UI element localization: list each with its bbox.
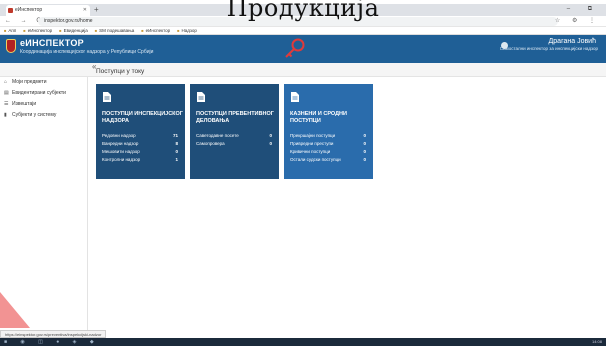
taskbar-clock[interactable]: 14:08 [592, 339, 602, 345]
page-title: Поступци у току [96, 68, 145, 75]
bookmark-item[interactable]: eИнспектор [23, 28, 52, 33]
coat-of-arms-icon [6, 39, 16, 53]
card-title: КАЗНЕНИ И СРОДНИ ПОСТУПЦИ [290, 111, 347, 124]
sidebar-item-label: Извештаји [12, 101, 37, 107]
sidebar-item-registered-subjects[interactable]: ▤ Евидентирани субјекти [0, 88, 87, 99]
row-label: Самопровера [196, 141, 225, 146]
row-label: Саветодавне посете [196, 133, 239, 138]
row-label: Кривични поступци [290, 149, 331, 154]
card-row[interactable]: Саветодавне посете 0 [196, 132, 272, 140]
card-row[interactable]: Мешовити надзор 0 [102, 148, 178, 156]
card-title: ПОСТУПЦИ ИНСПЕКЦИЈСКОГ НАДЗОРА [102, 111, 183, 124]
key-logo-icon [285, 38, 305, 58]
row-count: 71 [172, 133, 178, 138]
row-label: Контролни надзор [102, 157, 141, 162]
card-row[interactable]: Остали судски поступци 0 [290, 156, 366, 164]
user-info[interactable]: Драгана Јовић Самостални инспектор за ин… [500, 38, 598, 52]
sidebar-item-label: Моји предмети [12, 79, 47, 85]
card-penal-procedures[interactable]: КАЗНЕНИ И СРОДНИ ПОСТУПЦИ Прекршајни пос… [284, 84, 373, 179]
app-subtitle: Координација инспекцијског надзора у Реп… [20, 49, 154, 55]
row-label: Редовни надзор [102, 133, 136, 138]
document-icon [291, 92, 299, 102]
row-label: Остали судски поступци [290, 157, 341, 162]
row-count: 0 [363, 149, 366, 154]
sidebar-item-label: Субјекти у систему [12, 112, 57, 118]
card-row[interactable]: Прекршајни поступци 0 [290, 132, 366, 140]
link-status-bar: https://einspektor.gov.rs/preventiva/ins… [0, 330, 107, 338]
bookmark-item[interactable]: Апп [4, 28, 16, 33]
breadcrumb-bar: « Поступци у току [0, 63, 606, 77]
card-row[interactable]: Контролни надзор 1 [102, 156, 178, 164]
building-icon: ▮ [4, 112, 7, 118]
row-count: 0 [175, 149, 178, 154]
bookmark-item[interactable]: eИнспектор [141, 28, 170, 33]
taskbar-app-icons[interactable]: ■ ◉ ◫ ● ◈ ◆ [4, 339, 100, 345]
card-inspection-procedures[interactable]: ПОСТУПЦИ ИНСПЕКЦИЈСКОГ НАДЗОРА Редовни н… [96, 84, 185, 179]
document-icon: ▤ [4, 90, 9, 96]
sidebar-item-label: Евидентирани субјекти [12, 90, 66, 96]
row-count: 0 [363, 133, 366, 138]
card-title: ПОСТУПЦИ ПРЕВЕНТИВНОГ ДЕЛОВАЊА [196, 111, 274, 124]
card-row[interactable]: Редовни надзор 71 [102, 132, 178, 140]
row-count: 0 [269, 133, 272, 138]
card-row[interactable]: Самопровера 0 [196, 140, 272, 148]
bookmark-item[interactable]: Надзор [177, 28, 197, 33]
row-label: Ванредни надзор [102, 141, 139, 146]
row-count: 0 [269, 141, 272, 146]
screen: eИнспектор ✕ + – ⧉ ← → C inspektor.gov.r… [0, 0, 606, 346]
bookmark-item[interactable]: Евиденција [59, 28, 88, 33]
row-label: Прекршајни поступци [290, 133, 336, 138]
row-label: Мешовити надзор [102, 149, 140, 154]
corner-ribbon-icon [0, 292, 30, 328]
row-count: 0 [363, 141, 366, 146]
document-icon [103, 92, 111, 102]
user-role: Самостални инспектор за инспекцијски над… [499, 46, 598, 51]
sidebar-item-reports[interactable]: ☰ Извештаји [0, 99, 87, 110]
sidebar-item-subjects[interactable]: ▮ Субјекти у систему [0, 110, 87, 121]
list-icon: ☰ [4, 101, 9, 107]
row-count: 1 [175, 157, 178, 162]
bookmarks-bar: Апп eИнспектор Евиденција SM подешавања eИнс… [0, 27, 606, 35]
home-icon: ⌂ [4, 79, 8, 85]
row-count: 0 [363, 157, 366, 162]
app-header: еИНСПЕКТОР Координација инспекцијског на… [0, 35, 606, 63]
document-icon [197, 92, 205, 102]
card-row[interactable]: Привредни преступи 0 [290, 140, 366, 148]
row-count: 8 [175, 141, 178, 146]
slide-title: Продукција [226, 0, 380, 22]
card-preventive-procedures[interactable]: ПОСТУПЦИ ПРЕВЕНТИВНОГ ДЕЛОВАЊА Саветодав… [190, 84, 279, 179]
sidebar-item-my-cases[interactable]: ⌂ Моји предмети [0, 77, 87, 88]
card-row[interactable]: Ванредни надзор 8 [102, 140, 178, 148]
app-brand[interactable]: еИНСПЕКТОР [20, 38, 84, 48]
user-name: Драгана Јовић [548, 38, 596, 45]
card-row[interactable]: Кривични поступци 0 [290, 148, 366, 156]
os-taskbar: ■ ◉ ◫ ● ◈ ◆ 14:08 [0, 338, 606, 346]
bookmark-item[interactable]: SM подешавања [95, 28, 135, 33]
row-label: Привредни преступи [290, 141, 334, 146]
